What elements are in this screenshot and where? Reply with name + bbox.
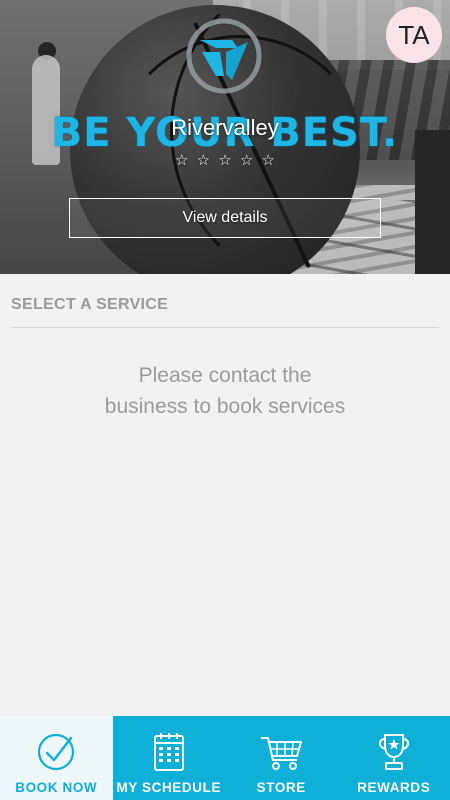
- nav-label: MY SCHEDULE: [116, 780, 222, 795]
- empty-services-message: Please contact the business to book serv…: [50, 360, 400, 422]
- trophy-icon: [378, 734, 409, 770]
- star-empty-icon: ☆: [239, 151, 254, 169]
- business-name: Rivervalley: [171, 115, 279, 140]
- view-details-button[interactable]: View details: [69, 198, 381, 238]
- star-empty-icon: ☆: [175, 151, 189, 169]
- empty-message-line: business to book services: [104, 395, 346, 418]
- business-hero-banner: BE YOUR BEST. Rivervalley ☆ ☆ ☆ ☆ ☆ View…: [0, 0, 450, 274]
- rivervalley-logo-icon: [186, 18, 262, 94]
- calendar-icon: [153, 733, 184, 771]
- checkmark-circle-icon: [38, 733, 75, 771]
- nav-item-book-now[interactable]: BOOK NOW: [0, 716, 113, 800]
- shopping-cart-icon: [261, 737, 303, 770]
- star-empty-icon: ☆: [261, 151, 275, 169]
- nav-label: REWARDS: [357, 780, 431, 795]
- select-service-heading: SELECT A SERVICE: [11, 296, 169, 313]
- user-initials: TA: [398, 19, 430, 50]
- app-root: BE YOUR BEST. Rivervalley ☆ ☆ ☆ ☆ ☆ View…: [0, 0, 450, 800]
- star-empty-icon: ☆: [218, 151, 232, 169]
- nav-label: BOOK NOW: [15, 780, 98, 795]
- nav-label: STORE: [256, 780, 306, 795]
- empty-message-line: Please contact the: [138, 364, 312, 387]
- section-divider: [11, 327, 439, 328]
- star-empty-icon: ☆: [196, 151, 211, 169]
- nav-item-rewards[interactable]: REWARDS: [338, 716, 450, 800]
- nav-item-store[interactable]: STORE: [225, 716, 338, 800]
- star-rating: ☆ ☆ ☆ ☆ ☆: [175, 150, 275, 170]
- user-avatar[interactable]: TA: [386, 7, 442, 63]
- bottom-navigation: BOOK NOW MY SCHEDULE STORE REWARDS: [0, 716, 450, 800]
- nav-item-my-schedule[interactable]: MY SCHEDULE: [113, 716, 226, 800]
